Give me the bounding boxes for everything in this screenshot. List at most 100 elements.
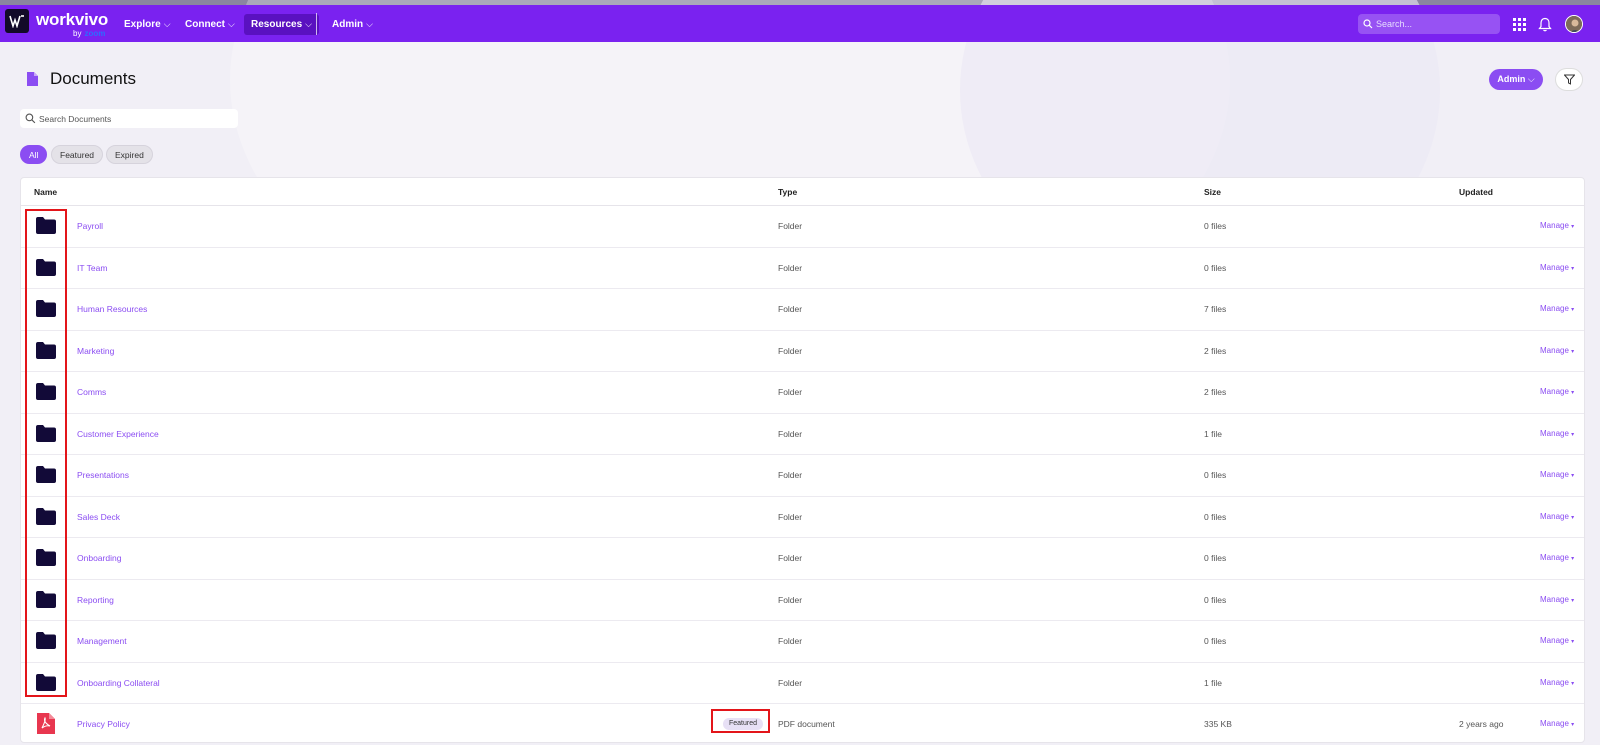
- row-size: 0 files: [1204, 470, 1227, 480]
- row-name-link[interactable]: Customer Experience: [77, 429, 159, 439]
- bell-icon[interactable]: [1536, 15, 1554, 33]
- row-size: 1 file: [1204, 428, 1222, 439]
- manage-dropdown[interactable]: Manage ▾: [1540, 387, 1574, 396]
- row-name-link[interactable]: Human Resources: [77, 304, 147, 314]
- manage-label: Manage: [1540, 636, 1569, 645]
- row-size: 0 files: [1204, 221, 1227, 231]
- caret-down-icon: ▾: [1571, 556, 1575, 562]
- manage-dropdown[interactable]: Manage ▾: [1540, 512, 1574, 521]
- table-row[interactable]: Marketing Folder 2 files Manage ▾: [21, 331, 1584, 372]
- table-row[interactable]: Reporting Folder 0 files Manage ▾: [21, 580, 1584, 621]
- nav-explore-label: Explore: [124, 19, 161, 30]
- folder-icon: [36, 673, 56, 691]
- manage-label: Manage: [1540, 719, 1569, 728]
- filter-pill-all[interactable]: All: [20, 145, 48, 164]
- page-title: Documents: [50, 69, 136, 88]
- global-search-input[interactable]: [1376, 19, 1491, 29]
- table-row[interactable]: Human Resources Folder 7 files Manage ▾: [21, 289, 1584, 331]
- search-icon: [1363, 19, 1373, 29]
- row-name-link[interactable]: Marketing: [77, 346, 114, 356]
- table-row[interactable]: Management Folder 0 files Manage ▾: [21, 621, 1584, 663]
- user-avatar[interactable]: [1565, 15, 1583, 33]
- header-type[interactable]: Type: [778, 187, 797, 197]
- filter-pill-featured[interactable]: Featured: [51, 145, 104, 164]
- nav-connect[interactable]: Connect ⌵: [178, 14, 242, 35]
- row-name-link[interactable]: Onboarding Collateral: [77, 678, 160, 688]
- row-size: 1 file: [1204, 677, 1222, 688]
- documents-search[interactable]: [20, 109, 238, 128]
- table-row[interactable]: Sales Deck Folder 0 files Manage ▾: [21, 497, 1584, 538]
- row-name-link[interactable]: Onboarding: [77, 553, 121, 563]
- filter-button[interactable]: [1555, 68, 1583, 91]
- workvivo-logo-text[interactable]: workvivo: [36, 10, 108, 30]
- manage-label: Manage: [1540, 553, 1569, 562]
- table-row[interactable]: Privacy Policy Featured PDF document 335 KB…: [21, 704, 1584, 742]
- row-size: 0 files: [1204, 262, 1227, 273]
- admin-menu-button[interactable]: Admin ⌵: [1489, 69, 1543, 90]
- row-name-link[interactable]: Management: [77, 636, 127, 646]
- manage-dropdown[interactable]: Manage ▾: [1540, 429, 1574, 438]
- manage-dropdown[interactable]: Manage ▾: [1540, 636, 1574, 645]
- nav-explore[interactable]: Explore ⌵: [117, 14, 178, 35]
- table-row[interactable]: Comms Folder 2 files Manage ▾: [21, 372, 1584, 414]
- folder-icon: [36, 466, 56, 483]
- logo-zoom: zoom: [84, 29, 106, 38]
- admin-button-label: Admin: [1497, 74, 1526, 84]
- row-size: 0 files: [1204, 636, 1227, 646]
- manage-dropdown[interactable]: Manage ▾: [1540, 304, 1574, 313]
- manage-dropdown[interactable]: Manage ▾: [1540, 221, 1574, 230]
- table-row[interactable]: Presentations Folder 0 files Manage ▾: [21, 455, 1584, 497]
- folder-icon: [36, 383, 56, 400]
- search-icon: [25, 113, 36, 124]
- caret-down-icon: ▾: [1571, 597, 1575, 604]
- chevron-down-icon: ⌵: [163, 19, 171, 29]
- caret-down-icon: ▾: [1571, 514, 1575, 521]
- header-name[interactable]: Name: [34, 187, 57, 197]
- manage-dropdown[interactable]: Manage ▾: [1540, 678, 1574, 687]
- header-size[interactable]: Size: [1204, 187, 1221, 197]
- manage-dropdown[interactable]: Manage ▾: [1540, 719, 1574, 728]
- nav-resources[interactable]: Resources ⌵: [244, 14, 319, 35]
- manage-label: Manage: [1540, 677, 1569, 687]
- folder-icon: [36, 549, 56, 566]
- chevron-down-icon: ⌵: [305, 19, 312, 29]
- folder-icon: [36, 300, 56, 317]
- nav-admin[interactable]: Admin ⌵: [325, 14, 380, 35]
- filter-pill-expired[interactable]: Expired: [106, 145, 153, 164]
- table-row[interactable]: IT Team Folder 0 files Manage ▾: [21, 248, 1584, 289]
- row-size: 2 files: [1204, 345, 1227, 356]
- row-type: Folder: [778, 594, 803, 605]
- table-row[interactable]: Onboarding Collateral Folder 1 file Manage …: [21, 663, 1584, 704]
- row-type: Folder: [778, 636, 803, 646]
- row-type: Folder: [778, 345, 803, 356]
- document-icon: [27, 72, 38, 86]
- header-updated[interactable]: Updated: [1459, 187, 1493, 197]
- row-name-link[interactable]: Privacy Policy: [77, 719, 130, 729]
- table-row[interactable]: Payroll Folder 0 files Manage ▾: [21, 206, 1584, 248]
- manage-dropdown[interactable]: Manage ▾: [1540, 595, 1574, 604]
- apps-grid-icon[interactable]: [1510, 15, 1528, 33]
- table-header: Name Type Size Updated: [21, 178, 1584, 206]
- row-type: Folder: [778, 262, 803, 273]
- global-search[interactable]: [1358, 14, 1500, 34]
- manage-label: Manage: [1540, 511, 1569, 521]
- row-name-link[interactable]: Presentations: [77, 470, 129, 480]
- nav-divider: [316, 13, 317, 35]
- manage-dropdown[interactable]: Manage ▾: [1540, 553, 1574, 562]
- manage-dropdown[interactable]: Manage ▾: [1540, 263, 1574, 272]
- row-name-link[interactable]: Comms: [77, 387, 106, 397]
- table-row[interactable]: Onboarding Folder 0 files Manage ▾: [21, 538, 1584, 580]
- row-name-link[interactable]: Sales Deck: [77, 512, 120, 522]
- manage-dropdown[interactable]: Manage ▾: [1540, 470, 1574, 479]
- documents-search-input[interactable]: [39, 113, 229, 124]
- caret-down-icon: ▾: [1571, 473, 1575, 479]
- manage-dropdown[interactable]: Manage ▾: [1540, 346, 1574, 355]
- table-row[interactable]: Customer Experience Folder 1 file Manage ▾: [21, 414, 1584, 455]
- folder-icon: [36, 507, 56, 525]
- row-name-link[interactable]: Reporting: [77, 595, 114, 605]
- workvivo-logo-mark[interactable]: [5, 9, 29, 33]
- row-name-link[interactable]: Payroll: [77, 221, 103, 231]
- row-type: Folder: [778, 470, 803, 480]
- row-name-link[interactable]: IT Team: [77, 263, 107, 273]
- row-size: 2 files: [1204, 387, 1227, 397]
